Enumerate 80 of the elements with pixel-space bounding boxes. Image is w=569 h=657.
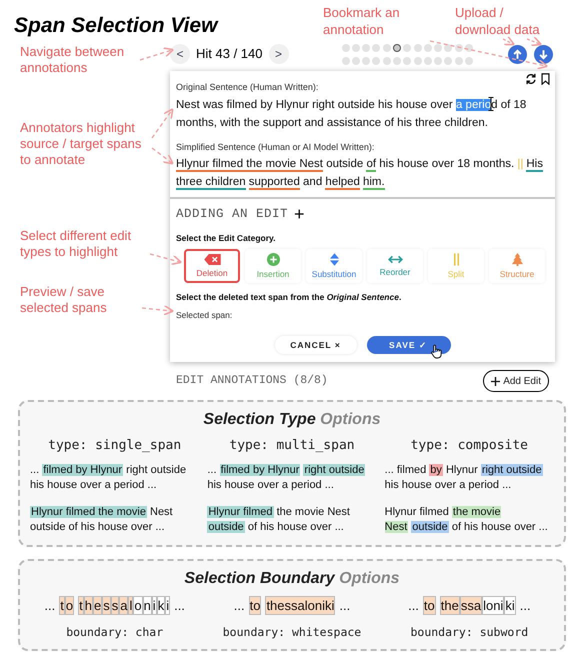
leader-arrow — [150, 253, 182, 266]
token-cell[interactable]: to — [248, 596, 262, 615]
insertion-icon — [266, 252, 280, 266]
token-cell[interactable]: n — [142, 596, 152, 615]
ellipsis-text: ... — [408, 596, 419, 614]
token-cell[interactable]: t — [78, 596, 84, 615]
ellipsis-text: ... — [174, 596, 185, 614]
boundary-label: boundary: whitespace — [222, 624, 362, 641]
boundary-label: boundary: subword — [410, 624, 528, 641]
callout-text: Preview / save selected spans — [20, 284, 108, 316]
token-cell[interactable]: a — [119, 596, 128, 615]
simplified-sentence: Hlynur filmed the movie Nest outside of his house over 18 months. || His three children supported and helped him. — [176, 157, 544, 191]
token-cell[interactable]: e — [92, 596, 102, 615]
plus-icon — [491, 376, 500, 386]
type-label: type: single_span — [47, 437, 182, 455]
previous-button[interactable]: < — [170, 44, 190, 64]
token-cell[interactable]: ki — [504, 596, 516, 615]
span-prompt: Select the deleted text span from the Original Sentence. — [176, 290, 402, 304]
token-cell[interactable]: s — [102, 596, 111, 615]
token-cell[interactable]: i — [165, 596, 170, 615]
token-cell[interactable]: o — [133, 596, 143, 615]
source-text: ... filmed by Hlynur right outside his house over a period ... — [207, 462, 366, 492]
edit-category-button[interactable]: Substitution — [306, 248, 362, 282]
target-text: Hlynur filmed the movie Nest outside of his house over ... — [207, 504, 351, 534]
upload-icon[interactable] — [508, 44, 527, 64]
ellipsis-text: ... — [234, 596, 245, 614]
add-edit-button[interactable]: Add Edit — [483, 370, 549, 392]
edit-category-button[interactable]: Deletion — [184, 248, 240, 282]
source-text: ... filmed by Hlynur right outside his house over a period ... — [384, 462, 544, 492]
token-cell[interactable]: loni — [482, 596, 504, 615]
panel-title: Selection Boundary Options — [183, 568, 401, 588]
save-button[interactable]: SAVE ✓ — [366, 336, 450, 354]
split-icon — [452, 252, 460, 266]
refresh-icon[interactable] — [525, 73, 537, 85]
boundary-label: boundary: char — [66, 624, 164, 641]
section-heading: EDIT ANNOTATIONS (8/8) — [175, 373, 328, 390]
token-cell[interactable]: to — [422, 596, 436, 615]
deletion-icon — [204, 254, 220, 264]
type-label: type: multi_span — [228, 437, 356, 455]
cancel-button[interactable]: CANCEL × — [274, 336, 356, 354]
token-cell[interactable]: the — [440, 596, 460, 615]
pointer-hand-icon — [430, 344, 443, 359]
next-button[interactable]: > — [268, 44, 288, 64]
leader-arrow — [152, 147, 174, 165]
substitution-icon — [330, 252, 338, 266]
token-cell[interactable]: i — [152, 596, 157, 615]
selected-span-label: Selected span: — [176, 309, 234, 322]
target-text: Hlynur filmed the movie Nest outside of his house over ... — [30, 504, 174, 534]
ellipsis-text: ... — [520, 596, 531, 614]
download-icon[interactable] — [534, 44, 553, 64]
token-cell[interactable]: o — [64, 596, 74, 615]
original-sentence: Nest was filmed by Hlynur right outside his house over a period of 18 months, with the support and assistance of his three children. — [176, 96, 528, 130]
callout-text: Bookmark an annotation — [323, 4, 401, 38]
hit-counter: Hit 43 / 140 — [196, 45, 262, 64]
leader-arrow — [140, 47, 174, 61]
panel-title: Selection Type Options — [202, 410, 382, 430]
reorder-icon — [388, 254, 402, 264]
token-cell[interactable]: t — [59, 596, 65, 615]
source-text: ... filmed by Hlynur right outside his house over a period ... — [30, 462, 188, 492]
section-heading: ADDING AN EDIT — [176, 206, 288, 223]
callout-text: Annotators highlight source / target spans to annotate — [20, 120, 142, 168]
page-title: Span Selection View — [14, 13, 218, 39]
sentence-label: Original Sentence (Human Written): — [176, 81, 320, 94]
ellipsis-text: ... — [339, 596, 350, 614]
leader-arrow — [151, 108, 174, 138]
category-prompt: Select the Edit Category. — [176, 232, 277, 244]
token-cell[interactable]: thessaloniki — [265, 596, 336, 615]
ellipsis-text: ... — [44, 596, 56, 614]
token-cell[interactable]: h — [84, 596, 93, 615]
token-cell[interactable]: ssa — [460, 596, 482, 615]
sentence-label: Simplified Sentence (Human or AI Model Written): — [176, 140, 376, 154]
leader-arrow — [142, 304, 174, 316]
structure-icon — [510, 252, 524, 266]
callout-text: Select different edit types to highlight — [20, 228, 132, 260]
callout-text: Upload / download data — [455, 4, 541, 38]
bookmark-icon[interactable] — [540, 73, 551, 85]
plus-icon[interactable]: + — [294, 205, 305, 224]
callout-text: Navigate between annotations — [20, 44, 126, 76]
type-label: type: composite — [410, 437, 530, 455]
target-text: Hlynur filmed the movie Nest outside of his house over ... — [384, 504, 549, 534]
